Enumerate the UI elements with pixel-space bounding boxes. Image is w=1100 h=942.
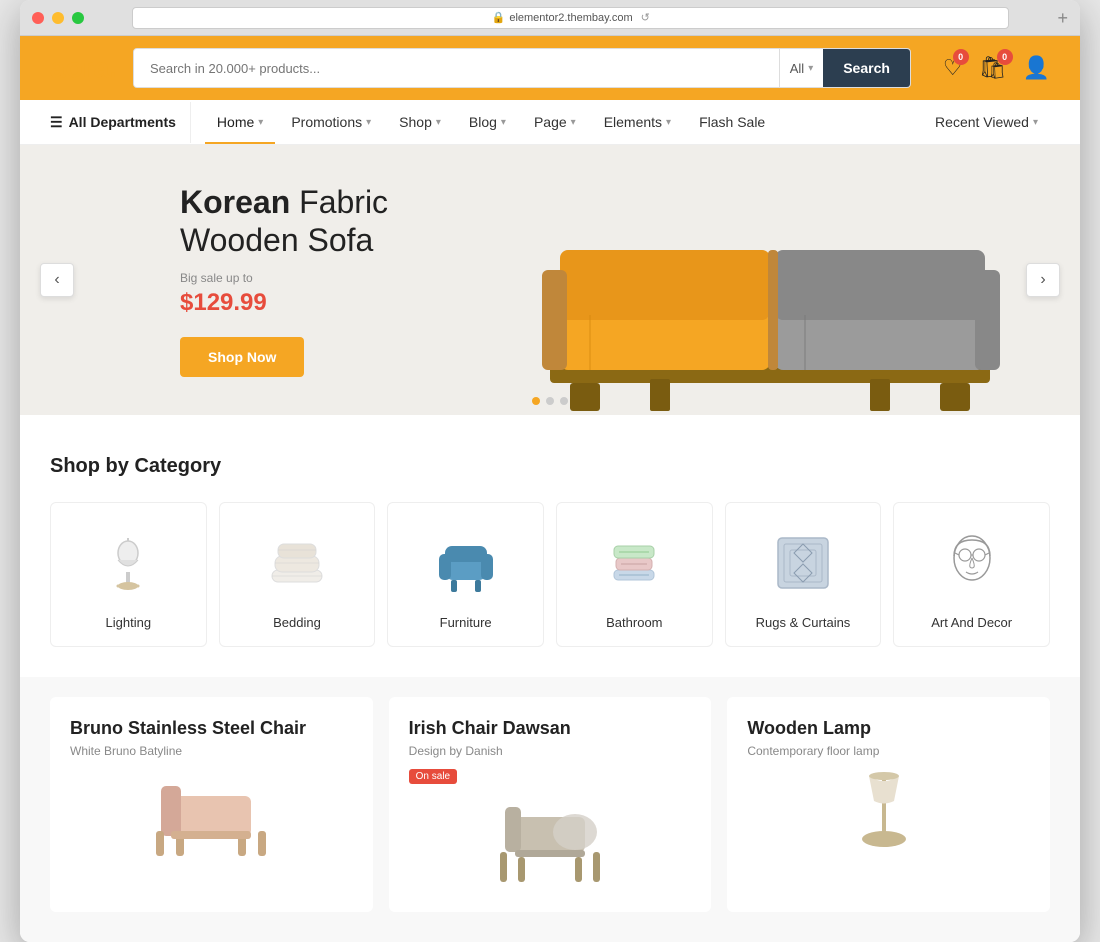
logo[interactable]: aora. — [50, 52, 117, 84]
category-card-bedding[interactable]: Bedding — [219, 502, 376, 647]
chevron-down-icon: ▾ — [571, 117, 576, 128]
chevron-down-icon: ▾ — [436, 117, 441, 128]
nav-item-promotions[interactable]: Promotions ▾ — [279, 100, 383, 144]
featured-image-3 — [747, 766, 1030, 866]
featured-card-2[interactable]: Irish Chair Dawsan Design by Danish On s… — [389, 697, 712, 912]
featured-title-1: Bruno Stainless Steel Chair — [70, 717, 353, 740]
category-card-lighting[interactable]: Lighting — [50, 502, 207, 647]
art-icon — [932, 523, 1012, 603]
category-label-bedding: Bedding — [273, 615, 321, 630]
category-card-art[interactable]: Art And Decor — [893, 502, 1050, 647]
search-button[interactable]: Search — [823, 49, 910, 87]
bathroom-icon — [594, 523, 674, 603]
carousel-next-button[interactable]: › — [1026, 263, 1060, 297]
on-sale-badge: On sale — [409, 769, 457, 784]
carousel-prev-button[interactable]: ‹ — [40, 263, 74, 297]
hero-price: $129.99 — [180, 289, 388, 317]
address-bar[interactable]: 🔒 elementor2.thembay.com ↺ — [132, 7, 1009, 29]
url-text: elementor2.thembay.com — [509, 12, 632, 24]
chevron-down-icon: ▾ — [1033, 117, 1038, 128]
chevron-down-icon: ▾ — [258, 117, 263, 128]
category-label-lighting: Lighting — [106, 615, 152, 630]
chevron-down-icon: ▾ — [808, 63, 813, 74]
category-label-furniture: Furniture — [440, 615, 492, 630]
site-header: aora. All ▾ Search ♡ 0 🛍 0 — [20, 36, 1080, 100]
hero-title: Korean FabricWooden Sofa — [180, 183, 388, 260]
featured-image-2 — [409, 792, 692, 892]
bedding-icon — [257, 523, 337, 603]
category-label-art: Art And Decor — [931, 615, 1012, 630]
category-card-bathroom[interactable]: Bathroom — [556, 502, 713, 647]
featured-subtitle-1: White Bruno Batyline — [70, 744, 353, 758]
rugs-icon — [763, 523, 843, 603]
browser-window: 🔒 elementor2.thembay.com ↺ + aora. All ▾… — [20, 0, 1080, 942]
account-button[interactable]: 👤 — [1023, 55, 1050, 81]
minimize-button[interactable] — [52, 12, 64, 24]
shop-now-button[interactable]: Shop Now — [180, 337, 304, 377]
categories-grid: Lighting — [50, 502, 1050, 647]
carousel-dot-2[interactable] — [546, 397, 554, 405]
lighting-icon — [88, 523, 168, 603]
featured-image-1 — [70, 766, 353, 866]
all-departments-button[interactable]: ☰ All Departments — [50, 102, 191, 143]
featured-card-1[interactable]: Bruno Stainless Steel Chair White Bruno … — [50, 697, 373, 912]
featured-title-2: Irish Chair Dawsan — [409, 717, 692, 740]
nav-item-home[interactable]: Home ▾ — [205, 100, 275, 144]
site-nav: ☰ All Departments Home ▾ Promotions ▾ Sh… — [20, 100, 1080, 145]
furniture-icon — [426, 523, 506, 603]
featured-section: Bruno Stainless Steel Chair White Bruno … — [20, 677, 1080, 942]
hero-subtitle: Big sale up to — [180, 271, 388, 285]
browser-titlebar: 🔒 elementor2.thembay.com ↺ + — [20, 0, 1080, 36]
search-input[interactable] — [134, 49, 779, 87]
category-card-rugs[interactable]: Rugs & Curtains — [725, 502, 882, 647]
close-button[interactable] — [32, 12, 44, 24]
header-icons: ♡ 0 🛍 0 👤 — [943, 55, 1050, 81]
nav-item-blog[interactable]: Blog ▾ — [457, 100, 518, 144]
search-category-dropdown[interactable]: All ▾ — [779, 49, 823, 87]
nav-item-flash-sale[interactable]: Flash Sale — [687, 100, 777, 144]
hero-image — [460, 145, 1080, 415]
user-icon: 👤 — [1023, 55, 1050, 80]
categories-section-title: Shop by Category — [50, 455, 1050, 478]
featured-subtitle-3: Contemporary floor lamp — [747, 744, 1030, 758]
site-wrapper: aora. All ▾ Search ♡ 0 🛍 0 — [20, 36, 1080, 942]
nav-item-elements[interactable]: Elements ▾ — [592, 100, 683, 144]
nav-item-recent-viewed[interactable]: Recent Viewed ▾ — [923, 100, 1050, 144]
cart-badge: 0 — [997, 49, 1013, 65]
chevron-down-icon: ▾ — [666, 117, 671, 128]
menu-icon: ☰ — [50, 114, 63, 131]
hero-banner: ‹ Korean FabricWooden Sofa Big sale up t… — [20, 145, 1080, 415]
wishlist-button[interactable]: ♡ 0 — [943, 55, 963, 81]
featured-subtitle-2: Design by Danish — [409, 744, 692, 758]
carousel-dot-1[interactable] — [532, 397, 540, 405]
new-tab-button[interactable]: + — [1057, 9, 1068, 27]
hero-content: Korean FabricWooden Sofa Big sale up to … — [20, 183, 388, 378]
nav-item-shop[interactable]: Shop ▾ — [387, 100, 453, 144]
categories-section: Shop by Category Lighting — [20, 415, 1080, 677]
category-label-rugs: Rugs & Curtains — [756, 615, 851, 630]
chevron-down-icon: ▾ — [366, 117, 371, 128]
chevron-down-icon: ▾ — [501, 117, 506, 128]
nav-item-page[interactable]: Page ▾ — [522, 100, 588, 144]
wishlist-badge: 0 — [953, 49, 969, 65]
cart-button[interactable]: 🛍 0 — [979, 55, 1007, 81]
carousel-dots — [532, 397, 568, 405]
featured-card-3[interactable]: Wooden Lamp Contemporary floor lamp — [727, 697, 1050, 912]
carousel-dot-3[interactable] — [560, 397, 568, 405]
sofa-illustration — [490, 175, 1050, 415]
departments-label: All Departments — [69, 114, 176, 130]
category-label-bathroom: Bathroom — [606, 615, 662, 630]
category-card-furniture[interactable]: Furniture — [387, 502, 544, 647]
maximize-button[interactable] — [72, 12, 84, 24]
featured-title-3: Wooden Lamp — [747, 717, 1030, 740]
search-bar: All ▾ Search — [133, 48, 911, 88]
